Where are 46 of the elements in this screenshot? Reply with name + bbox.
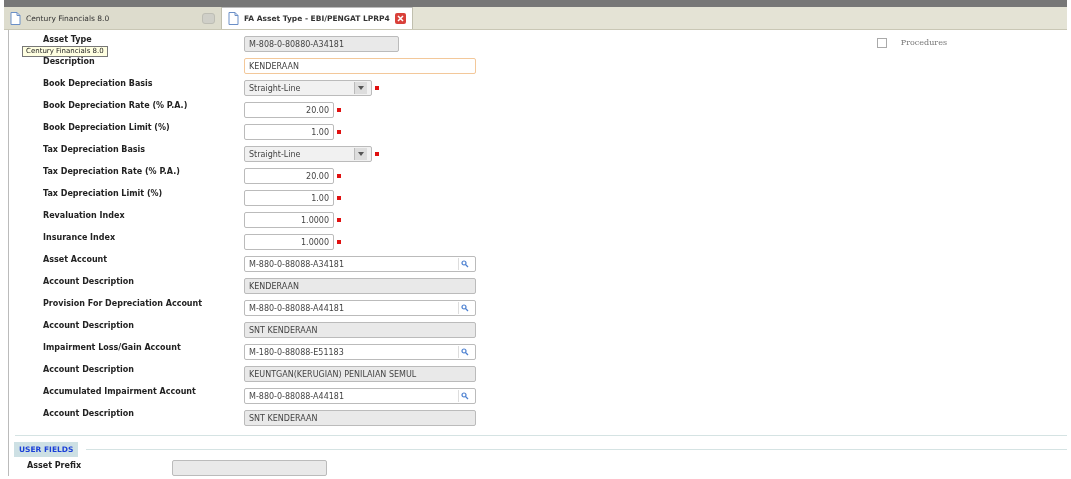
lookup-field[interactable]: M-880-0-88088-A44181: [244, 300, 476, 316]
document-icon: [228, 12, 239, 25]
lookup-field[interactable]: M-180-0-88088-E51183: [244, 344, 476, 360]
read-only-field: SNT KENDERAAN: [244, 322, 476, 338]
field-label: Book Depreciation Basis: [43, 78, 154, 88]
field-label: Book Depreciation Rate (% P.A.): [43, 100, 189, 110]
field-label: Tax Depreciation Limit (%): [43, 188, 164, 198]
input-field[interactable]: 1.0000: [244, 234, 334, 250]
input-field[interactable]: KENDERAAN: [244, 58, 476, 74]
field-label: Revaluation Index: [43, 210, 126, 220]
read-only-field: M-808-0-80880-A34181: [244, 36, 399, 52]
search-icon[interactable]: [458, 346, 471, 358]
read-only-field: SNT KENDERAAN: [244, 410, 476, 426]
close-icon[interactable]: [394, 13, 406, 24]
field-label: Asset Type: [43, 34, 93, 44]
read-only-field: KEUNTGAN(KERUGIAN) PENILAIAN SEMUL: [244, 366, 476, 382]
dropdown[interactable]: Straight-Line: [244, 146, 372, 162]
checkbox[interactable]: [876, 38, 887, 48]
read-only-field: KENDERAAN: [244, 278, 476, 294]
input-field[interactable]: 20.00: [244, 102, 334, 118]
lookup-field[interactable]: M-880-0-88088-A44181: [244, 388, 476, 404]
lookup-field[interactable]: M-880-0-88088-A34181: [244, 256, 476, 272]
field-label: Tax Depreciation Basis: [43, 144, 147, 154]
document-icon: [10, 11, 21, 25]
field-label: Asset Account: [43, 254, 109, 264]
field-label: Tax Depreciation Rate (% P.A.): [43, 166, 181, 176]
field-label: Description: [43, 56, 96, 66]
input-field[interactable]: 1.00: [244, 190, 334, 206]
field-label: Book Depreciation Limit (%): [43, 122, 171, 132]
search-icon[interactable]: [458, 390, 471, 402]
search-icon[interactable]: [458, 302, 471, 314]
search-icon[interactable]: [458, 258, 471, 270]
field-label: Provision For Depreciation Account: [43, 298, 204, 308]
field-label: Insurance Index: [43, 232, 117, 242]
input-field[interactable]: 1.00: [244, 124, 334, 140]
field-label: Account Description: [43, 320, 135, 330]
field-label: Account Description: [43, 408, 135, 418]
dropdown[interactable]: Straight-Line: [244, 80, 372, 96]
field-label: Impairment Loss/Gain Account: [43, 342, 182, 352]
field-label: Account Description: [43, 364, 135, 374]
input-field[interactable]: 20.00: [244, 168, 334, 184]
field-label: Asset Prefix: [27, 460, 83, 470]
checkbox-label: Procedures: [900, 38, 947, 47]
field-label: Account Description: [43, 276, 135, 286]
field-label: Accumulated Impairment Account: [43, 386, 197, 396]
input-field[interactable]: 1.0000: [244, 212, 334, 228]
